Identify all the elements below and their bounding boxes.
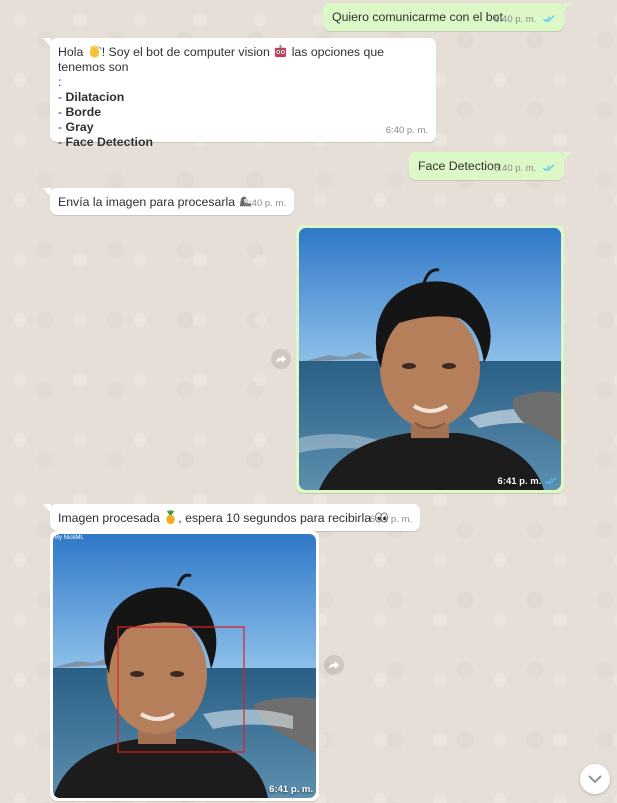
message-meta: 6:40 p. m. — [494, 12, 556, 27]
forward-icon[interactable] — [271, 349, 291, 369]
option-label: Face Detection — [65, 135, 153, 149]
bubble-tail — [43, 38, 51, 47]
processed-text: Imagen procesada — [58, 511, 164, 525]
robot-emoji — [275, 44, 287, 58]
option-item: - Gray — [58, 120, 94, 134]
message-time: 6:41 p. m. — [497, 476, 542, 487]
selfie-image — [299, 228, 561, 490]
message-time: 6:40 p. m. — [494, 163, 537, 174]
incoming-message-send-image[interactable]: Envía la imagen para procesarla 6:40 p. … — [43, 188, 294, 215]
option-item: - Face Detection — [58, 135, 153, 149]
greeting-text: Hola — [58, 45, 87, 59]
message-time: 6:41 p. m. — [369, 514, 412, 525]
message-text: Hola ! Soy el bot de computer vision las… — [58, 44, 428, 75]
processed-photo[interactable]: By NickML — [53, 534, 316, 798]
pineapple-emoji — [166, 510, 175, 525]
message-meta: 6:40 p. m. — [494, 161, 556, 176]
outgoing-message-1[interactable]: Quiero comunicarme con el bot 6:40 p. m. — [323, 3, 571, 31]
outgoing-photo-message[interactable]: 6:41 p. m. — [296, 225, 564, 493]
option-item: - Borde — [58, 105, 102, 119]
bubble-tail — [563, 3, 571, 12]
double-check-icon — [543, 15, 555, 23]
bubble-tail — [43, 188, 51, 197]
message-text: Imagen procesada , espera 10 segundos pa… — [58, 510, 412, 526]
outgoing-message-face-detection[interactable]: Face Detection 6:40 p. m. — [409, 152, 571, 180]
message-time: 6:41 p. m. — [269, 784, 313, 795]
option-label: Dilatacion — [65, 90, 125, 104]
double-check-icon — [545, 477, 557, 485]
message-time: 6:40 p. m. — [243, 198, 286, 209]
incoming-photo-message[interactable]: By NickML 6:41 p. m. — [50, 531, 319, 801]
chevron-down-icon — [588, 775, 602, 784]
photo-meta: 6:41 p. m. — [498, 474, 558, 489]
colon-line: : — [58, 75, 62, 89]
forward-icon[interactable] — [324, 655, 344, 675]
scroll-to-bottom-button[interactable] — [580, 764, 610, 794]
bubble-tail — [43, 504, 51, 513]
wait-text: , espera 10 segundos para recibirla — [178, 511, 375, 525]
incoming-message-bot-options[interactable]: Hola ! Soy el bot de computer vision las… — [43, 38, 436, 149]
message-time: 6:40 p. m. — [385, 125, 428, 136]
option-label: Borde — [65, 105, 102, 119]
image-watermark: By NickML — [55, 535, 84, 541]
bubble-tail — [563, 152, 571, 161]
message-time: 6:40 p. m. — [494, 14, 537, 25]
waving-hand-emoji — [89, 44, 102, 58]
option-item: - Dilatacion — [58, 90, 125, 104]
face-detection-image — [53, 534, 316, 798]
prompt-text: Envía la imagen para procesarla — [58, 195, 239, 209]
selfie-photo[interactable] — [299, 228, 561, 490]
incoming-message-processed[interactable]: Imagen procesada , espera 10 segundos pa… — [43, 504, 420, 531]
option-label: Gray — [65, 120, 94, 134]
intro-text: ! Soy el bot de computer vision — [101, 45, 274, 59]
double-check-icon — [543, 164, 555, 172]
